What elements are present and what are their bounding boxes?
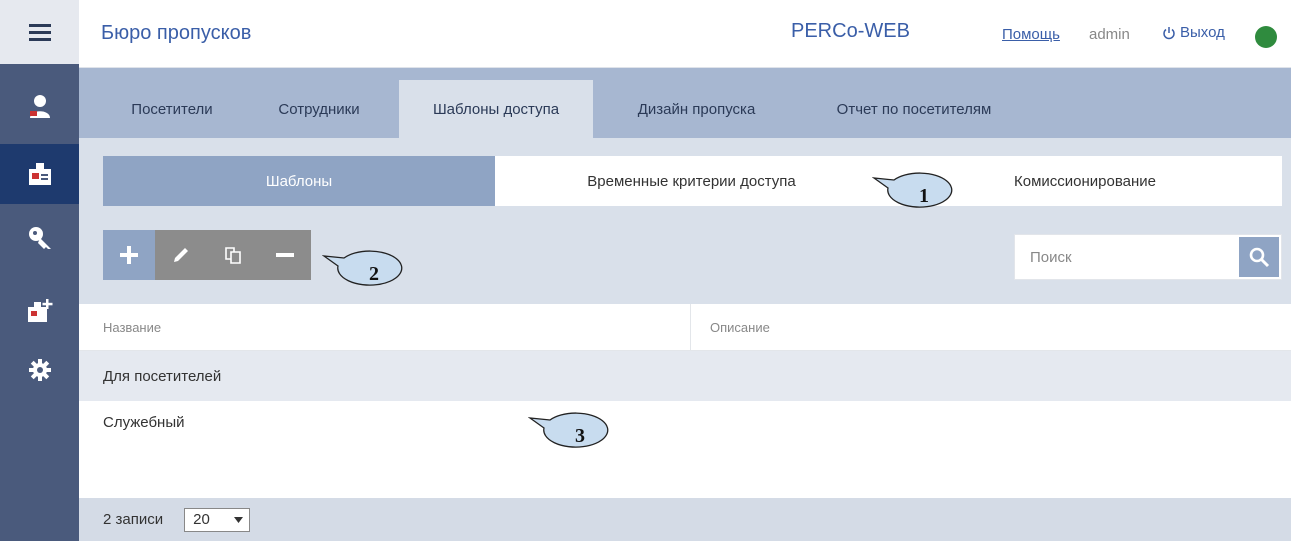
logout-label: Выход	[1180, 24, 1225, 41]
status-indicator	[1255, 26, 1277, 48]
cell-name: Для посетителей	[103, 367, 222, 385]
tab-employees[interactable]: Сотрудники	[259, 80, 379, 138]
tabs-bar: Посетители Сотрудники Шаблоны доступа Ди…	[79, 68, 1291, 138]
add-button[interactable]	[103, 230, 155, 280]
copy-button[interactable]	[207, 230, 259, 280]
logout-button[interactable]: Выход	[1162, 24, 1225, 41]
gear-icon	[28, 359, 51, 381]
tab-pass-design[interactable]: Дизайн пропуска	[609, 80, 784, 138]
visitor-icon	[29, 95, 50, 118]
callout-1: 1	[872, 172, 953, 208]
badge-add-icon	[27, 299, 52, 322]
sidebar-item-settings[interactable]	[0, 340, 79, 400]
table-row[interactable]: Для посетителей	[79, 351, 1291, 401]
record-count: 2 записи	[103, 511, 164, 528]
key-icon	[28, 227, 51, 249]
search-box	[1014, 234, 1282, 280]
main-content: Посетители Сотрудники Шаблоны доступа Ди…	[79, 68, 1291, 541]
callout-2: 2	[322, 250, 403, 286]
sidebar-item-issue-pass[interactable]	[0, 280, 79, 340]
edit-button[interactable]	[155, 230, 207, 280]
page-size-value: 20	[193, 511, 210, 528]
callout-label: 2	[369, 263, 379, 285]
page-size-select[interactable]: 20	[184, 507, 251, 532]
search-input[interactable]	[1015, 235, 1237, 279]
power-icon	[1163, 26, 1175, 39]
plus-icon	[120, 246, 138, 264]
user-name: admin	[1089, 26, 1130, 43]
app-title: Бюро пропусков	[101, 22, 252, 44]
badge-icon	[28, 163, 51, 185]
pagination-footer: 2 записи 20	[79, 498, 1291, 541]
sidebar-item-keys[interactable]	[0, 208, 79, 268]
header: Бюро пропусков PERCo-WEB Помощь admin Вы…	[79, 0, 1291, 68]
tab-visitors[interactable]: Посетители	[103, 80, 241, 138]
callout-label: 3	[575, 425, 585, 447]
callout-label: 1	[919, 185, 929, 207]
tab-visitor-report[interactable]: Отчет по посетителям	[804, 80, 1024, 138]
cell-name: Служебный	[103, 414, 185, 431]
callout-3: 3	[528, 412, 609, 448]
sidebar-item-passes[interactable]	[0, 144, 79, 204]
copy-icon	[225, 247, 241, 264]
pencil-icon	[174, 248, 188, 262]
hamburger-icon	[28, 24, 51, 41]
search-icon	[1249, 247, 1270, 268]
column-header-name[interactable]: Название	[79, 304, 690, 351]
brand-name: PERCo-WEB	[791, 20, 910, 42]
chevron-down-icon	[234, 516, 244, 523]
tab-access-templates[interactable]: Шаблоны доступа	[399, 80, 593, 138]
minus-icon	[276, 253, 294, 257]
menu-toggle-button[interactable]	[0, 0, 79, 64]
sidebar-item-visitors[interactable]	[0, 76, 79, 136]
subtabs: Шаблоны Временные критерии доступа Комис…	[103, 156, 1282, 206]
subtab-time-criteria[interactable]: Временные критерии доступа	[495, 156, 888, 206]
delete-button[interactable]	[259, 230, 311, 280]
toolbar	[103, 230, 311, 280]
table-header: Название Описание	[79, 304, 1291, 351]
column-header-description[interactable]: Описание	[690, 304, 1291, 351]
sidebar	[0, 0, 79, 541]
table-row[interactable]: Служебный	[79, 401, 1291, 498]
help-link[interactable]: Помощь	[1002, 26, 1060, 43]
search-button[interactable]	[1239, 237, 1279, 277]
subtab-templates[interactable]: Шаблоны	[103, 156, 495, 206]
